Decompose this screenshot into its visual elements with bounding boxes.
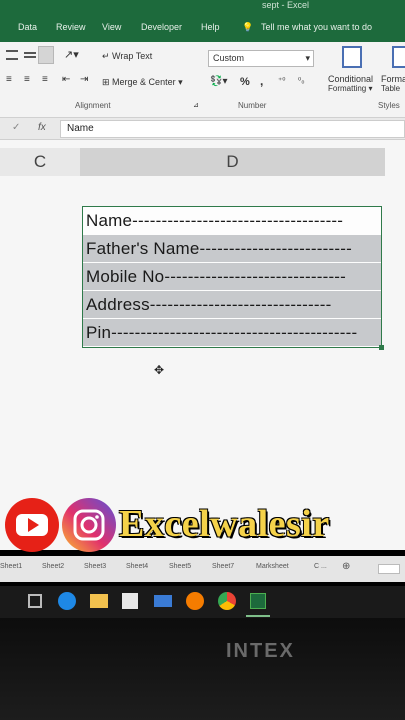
sheet-tabs-bar: Sheet1 Sheet2 Sheet3 Sheet4 Sheet5 Sheet…: [0, 556, 405, 582]
sheet-tab-3[interactable]: Sheet3: [84, 563, 106, 570]
formula-bar: ✓ fx Name: [0, 118, 405, 140]
conditional-formatting-label: Conditional: [328, 74, 374, 84]
align-top-icon[interactable]: [6, 50, 18, 60]
taskbar: [0, 586, 405, 618]
increase-indent-icon[interactable]: ⇥: [80, 74, 88, 85]
align-middle-icon[interactable]: [24, 52, 36, 58]
merge-center-button[interactable]: ⊞ Merge & Center ▾: [102, 77, 183, 88]
firefox-icon[interactable]: [186, 592, 204, 610]
wrap-text-button[interactable]: ↵ Wrap Text: [102, 51, 152, 62]
conditional-formatting-icon[interactable]: [342, 46, 362, 68]
number-format-value: Custom: [213, 53, 245, 63]
horizontal-scrollbar[interactable]: [378, 564, 400, 574]
accounting-format-icon[interactable]: 💱▾: [210, 76, 227, 87]
conditional-formatting-label2: Formatting: [328, 84, 367, 93]
number-group-label: Number: [238, 101, 267, 110]
ribbon: ↗▾ ↵ Wrap Text ≡ ≡ ≡ ⇤ ⇥ ⊞ Merge & Cente…: [0, 42, 405, 118]
sheet-tab-5[interactable]: Sheet5: [169, 563, 191, 570]
mail-icon[interactable]: [154, 595, 172, 607]
format-as-table-icon[interactable]: [392, 46, 405, 68]
orientation-icon[interactable]: ↗▾: [64, 48, 79, 61]
tab-help[interactable]: Help: [201, 22, 220, 32]
percent-button[interactable]: %: [240, 76, 250, 88]
fill-handle[interactable]: [379, 345, 384, 350]
tab-data[interactable]: Data: [18, 22, 37, 32]
sheet-tab-1[interactable]: Sheet1: [0, 563, 22, 570]
tab-review[interactable]: Review: [56, 22, 86, 32]
format-as-table-button[interactable]: Forma Table: [381, 74, 405, 93]
file-explorer-icon[interactable]: [90, 594, 108, 608]
cell-pin[interactable]: Pin-------------------------------------…: [83, 319, 381, 346]
styles-group-label: Styles: [378, 101, 400, 110]
align-right-icon[interactable]: ≡: [42, 74, 48, 85]
enter-check-icon[interactable]: ✓: [12, 122, 20, 133]
decrease-indent-icon[interactable]: ⇤: [62, 74, 70, 85]
title-bar: sept - Excel Data Review View Developer …: [0, 0, 405, 42]
tell-me-search[interactable]: Tell me what you want to do: [261, 22, 372, 32]
sheet-tab-marksheet[interactable]: Marksheet: [256, 563, 289, 570]
excel-taskbar-icon[interactable]: [250, 593, 266, 609]
sheet-tab-more[interactable]: C ...: [314, 563, 327, 570]
tab-view[interactable]: View: [102, 22, 121, 32]
align-bottom-icon[interactable]: [38, 46, 54, 64]
cell-name[interactable]: Name------------------------------------: [83, 207, 381, 234]
edge-icon[interactable]: [58, 592, 76, 610]
comma-button[interactable]: ,: [260, 74, 263, 88]
column-header-d[interactable]: D: [80, 148, 385, 176]
chevron-down-icon: ▾: [305, 53, 310, 63]
brand-overlay: Excelwalesir: [0, 496, 405, 554]
sheet-tab-2[interactable]: Sheet2: [42, 563, 64, 570]
dialog-launcher-icon[interactable]: ⊿: [193, 101, 199, 109]
alignment-group-label: Alignment: [75, 101, 111, 110]
cell-address[interactable]: Address-------------------------------: [83, 291, 381, 318]
chrome-icon[interactable]: [218, 592, 236, 610]
format-as-table-label2: Table: [381, 84, 401, 93]
merge-icon: ⊞: [102, 77, 113, 87]
store-icon[interactable]: [122, 593, 138, 609]
active-app-indicator: [246, 615, 270, 617]
cell-fathers-name[interactable]: Father's Name--------------------------: [83, 235, 381, 262]
insert-function-icon[interactable]: fx: [38, 122, 46, 133]
instagram-icon: [62, 498, 116, 552]
conditional-formatting-button[interactable]: Conditional Formatting ▾: [328, 74, 373, 93]
form-cell-block: Name------------------------------------…: [82, 206, 384, 350]
wrap-text-icon: ↵: [102, 51, 113, 61]
youtube-icon: [5, 498, 59, 552]
merge-center-label: Merge & Center: [112, 77, 176, 87]
align-left-icon[interactable]: ≡: [6, 74, 12, 85]
sheet-tab-4[interactable]: Sheet4: [126, 563, 148, 570]
monitor-logo: INTEX: [226, 640, 295, 662]
cell-cursor-icon: ✥: [154, 363, 165, 377]
tab-developer[interactable]: Developer: [141, 22, 182, 32]
add-sheet-icon[interactable]: ⊕: [342, 561, 350, 572]
cell-mobile-no[interactable]: Mobile No-------------------------------: [83, 263, 381, 290]
lightbulb-icon: 💡: [242, 22, 254, 32]
brand-name: Excelwalesir: [119, 503, 330, 545]
window-title: sept - Excel: [262, 0, 310, 10]
sheet-tab-7[interactable]: Sheet7: [212, 563, 234, 570]
formula-input[interactable]: Name: [60, 120, 405, 138]
column-header-c[interactable]: C: [0, 148, 80, 176]
align-center-icon[interactable]: ≡: [24, 74, 30, 85]
number-format-select[interactable]: Custom ▾: [208, 50, 314, 67]
decrease-decimal-icon[interactable]: ⁰₀: [298, 76, 305, 85]
task-view-icon[interactable]: [28, 594, 42, 608]
wrap-text-label: Wrap Text: [112, 51, 153, 61]
monitor-bezel: INTEX: [0, 618, 405, 720]
format-as-table-label: Forma: [381, 74, 405, 84]
increase-decimal-icon[interactable]: ⁺⁰: [278, 76, 285, 85]
social-icons: [5, 498, 116, 552]
